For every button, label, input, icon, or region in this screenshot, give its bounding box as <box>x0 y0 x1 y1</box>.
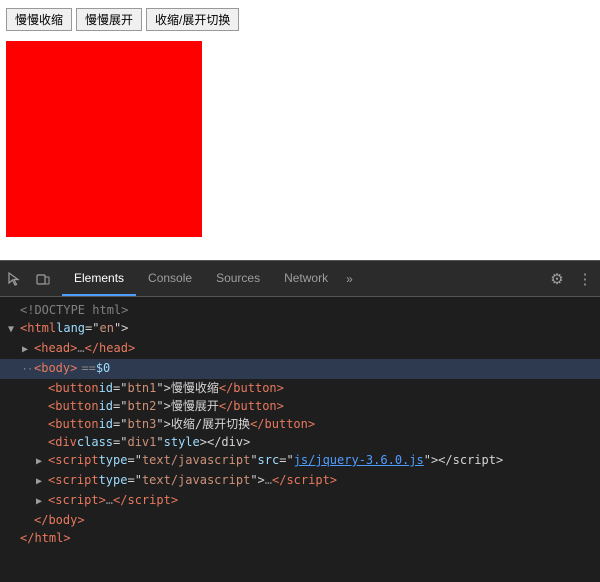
script1-line[interactable]: <script type="text/javascript" src="js/j… <box>0 451 600 471</box>
doctype-line: <!DOCTYPE html> <box>0 301 600 319</box>
inspect-icon[interactable] <box>4 268 26 290</box>
btn1-line[interactable]: <button id="btn1">慢慢收缩</button> <box>0 379 600 397</box>
tab-network[interactable]: Network <box>272 261 340 296</box>
script1-triangle[interactable] <box>36 453 48 471</box>
btn2-line[interactable]: <button id="btn2">慢慢展开</button> <box>0 397 600 415</box>
script2-triangle[interactable] <box>36 473 48 491</box>
button-row: 慢慢收缩 慢慢展开 收缩/展开切换 <box>6 8 594 31</box>
settings-icon[interactable]: ⚙ <box>546 268 568 290</box>
html-triangle[interactable] <box>8 321 20 339</box>
devtools-toolbar: Elements Console Sources Network » ⚙ ⋮ <box>0 261 600 297</box>
toolbar-icons <box>4 268 54 290</box>
script3-triangle[interactable] <box>36 493 48 511</box>
btn1[interactable]: 慢慢收缩 <box>6 8 72 31</box>
device-icon[interactable] <box>32 268 54 290</box>
tab-elements[interactable]: Elements <box>62 261 136 296</box>
script3-line[interactable]: <script>…</script> <box>0 491 600 511</box>
more-options-icon[interactable]: ⋮ <box>574 268 596 290</box>
html-close-line: </html> <box>0 529 600 547</box>
toolbar-right: ⚙ ⋮ <box>546 268 596 290</box>
btn2[interactable]: 慢慢展开 <box>76 8 142 31</box>
devtools-panel: Elements Console Sources Network » ⚙ ⋮ <… <box>0 260 600 582</box>
script2-line[interactable]: <script type="text/javascript">…</script… <box>0 471 600 491</box>
tab-sources[interactable]: Sources <box>204 261 272 296</box>
head-line[interactable]: <head>…</head> <box>0 339 600 359</box>
browser-viewport: 慢慢收缩 慢慢展开 收缩/展开切换 <box>0 0 600 260</box>
devtools-tabs: Elements Console Sources Network » <box>62 261 359 296</box>
dom-tree: <!DOCTYPE html> <html lang="en"> <head>…… <box>0 297 600 582</box>
tab-more-button[interactable]: » <box>340 261 359 296</box>
btn3[interactable]: 收缩/展开切换 <box>146 8 239 31</box>
head-triangle[interactable] <box>22 341 34 359</box>
body-open-line[interactable]: ··· <body> == $0 <box>0 359 600 379</box>
tab-console[interactable]: Console <box>136 261 204 296</box>
html-open-line[interactable]: <html lang="en"> <box>0 319 600 339</box>
btn3-line[interactable]: <button id="btn3">收缩/展开切换</button> <box>0 415 600 433</box>
body-close-line: </body> <box>0 511 600 529</box>
red-box <box>6 41 202 237</box>
div-line[interactable]: <div class="div1" style></div> <box>0 433 600 451</box>
